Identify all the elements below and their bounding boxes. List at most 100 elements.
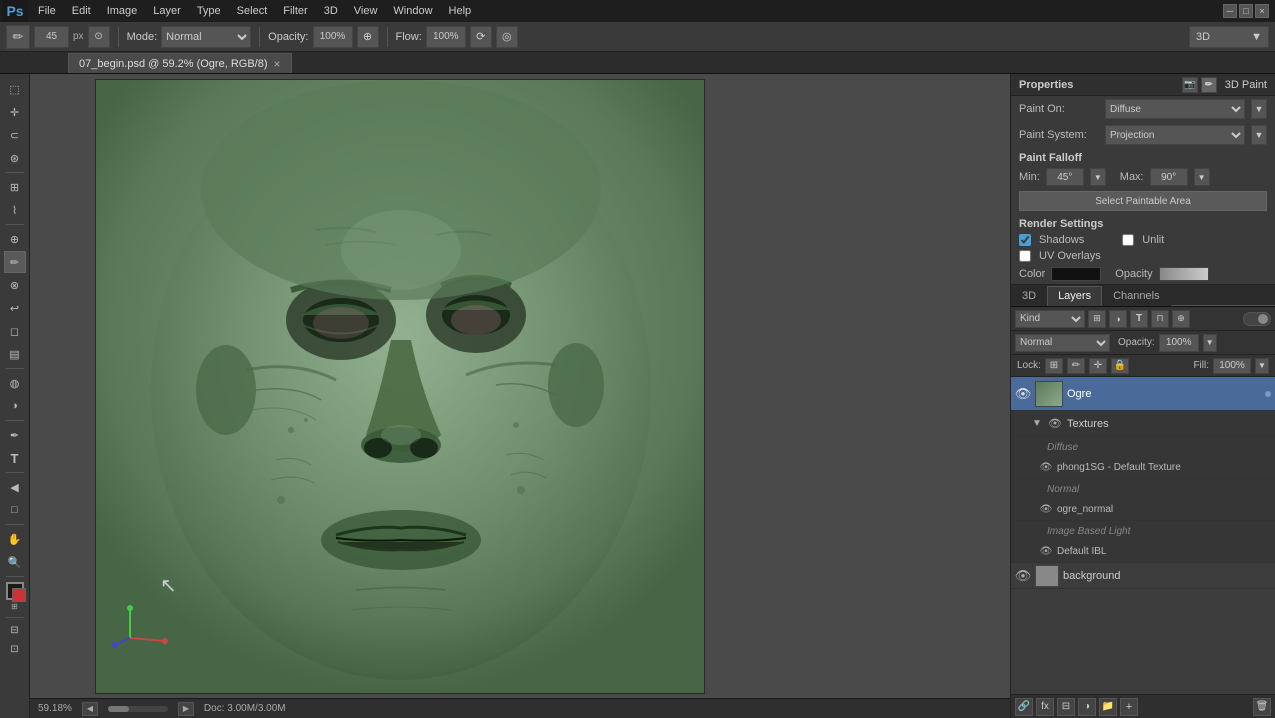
dodge-tool-icon[interactable]: ◑: [4, 395, 26, 417]
history-brush-tool-icon[interactable]: ↩: [4, 297, 26, 319]
lock-transparent-btn[interactable]: ⊞: [1045, 358, 1063, 374]
minimize-button[interactable]: ─: [1223, 4, 1237, 18]
paint-on-select[interactable]: Diffuse: [1105, 99, 1245, 119]
layer-item-ogre-normal[interactable]: 👁 ogre_normal: [1011, 499, 1275, 521]
lock-all-btn[interactable]: 🔒: [1111, 358, 1129, 374]
paint-system-dropdown-icon[interactable]: ▼: [1251, 125, 1267, 145]
fill-dropdown[interactable]: ▼: [1255, 358, 1269, 374]
menu-edit[interactable]: Edit: [64, 3, 99, 19]
3d-view-select[interactable]: 3D ▼: [1189, 26, 1269, 48]
document-tab[interactable]: 07_begin.psd @ 59.2% (Ogre, RGB/8) ×: [68, 53, 292, 73]
layer-item-background[interactable]: 👁 background: [1011, 563, 1275, 589]
mode-select[interactable]: Normal: [161, 26, 251, 48]
add-fx-btn[interactable]: fx: [1036, 698, 1054, 716]
menu-view[interactable]: View: [346, 3, 386, 19]
opacity-always-on-btn[interactable]: ⊕: [357, 26, 379, 48]
flow-options-btn[interactable]: ⟳: [470, 26, 492, 48]
menu-help[interactable]: Help: [441, 3, 480, 19]
opacity-layers-input[interactable]: 100%: [1159, 334, 1199, 352]
phong-vis-icon[interactable]: 👁: [1039, 461, 1053, 475]
fill-input[interactable]: 100%: [1213, 358, 1251, 374]
properties-icon-brush[interactable]: ✏: [1201, 77, 1217, 93]
layers-mode-select[interactable]: Normal: [1015, 334, 1110, 352]
spot-heal-tool-icon[interactable]: ⊕: [4, 228, 26, 250]
uv-overlays-checkbox[interactable]: [1019, 250, 1031, 262]
add-mask-btn[interactable]: ⊟: [1057, 698, 1075, 716]
pen-tool-icon[interactable]: ✒: [4, 424, 26, 446]
brush-options-icon[interactable]: ⊙: [88, 26, 110, 48]
zoom-slider[interactable]: [108, 706, 168, 712]
delete-layer-btn[interactable]: 🗑: [1253, 698, 1271, 716]
flow-input[interactable]: 100%: [426, 26, 466, 48]
opacity-dropdown-icon[interactable]: ▼: [1203, 334, 1217, 352]
airbrush-btn[interactable]: ◎: [496, 26, 518, 48]
foreground-color-swatch[interactable]: [6, 582, 24, 600]
layers-filter-select[interactable]: Kind: [1015, 310, 1085, 328]
min-dropdown[interactable]: ▼: [1090, 168, 1106, 186]
background-vis-icon[interactable]: 👁: [1015, 568, 1031, 584]
paint-on-dropdown-icon[interactable]: ▼: [1251, 99, 1267, 119]
tab-3d[interactable]: 3D: [1011, 286, 1047, 306]
menu-image[interactable]: Image: [99, 3, 146, 19]
filter-shape-icon[interactable]: ⊓: [1151, 310, 1169, 328]
brush-tool-active-icon[interactable]: ✏: [4, 251, 26, 273]
clone-stamp-tool-icon[interactable]: ⊗: [4, 274, 26, 296]
opacity-swatch[interactable]: [1159, 267, 1209, 281]
filter-pixel-icon[interactable]: ⊞: [1088, 310, 1106, 328]
add-group-btn[interactable]: 📁: [1099, 698, 1117, 716]
eyedropper-tool-icon[interactable]: ⌇: [4, 199, 26, 221]
filter-smart-icon[interactable]: ⊕: [1172, 310, 1190, 328]
path-select-tool-icon[interactable]: ◀: [4, 476, 26, 498]
eraser-tool-icon[interactable]: ◻: [4, 320, 26, 342]
ibl-vis-icon[interactable]: 👁: [1039, 545, 1053, 559]
layer-item-phong[interactable]: 👁 phong1SG - Default Texture: [1011, 457, 1275, 479]
menu-file[interactable]: File: [30, 3, 64, 19]
hand-tool-icon[interactable]: ✋: [4, 528, 26, 550]
quick-select-tool-icon[interactable]: ⊛: [4, 147, 26, 169]
textures-expand-icon[interactable]: ▼: [1031, 418, 1043, 430]
filter-adj-icon[interactable]: ◑: [1109, 310, 1127, 328]
marquee-tool-icon[interactable]: ⬚: [4, 78, 26, 100]
opacity-input[interactable]: 100%: [313, 26, 353, 48]
layer-item-textures[interactable]: ▼ 👁 Textures: [1011, 411, 1275, 437]
crop-tool-icon[interactable]: ⊞: [4, 176, 26, 198]
max-dropdown[interactable]: ▼: [1194, 168, 1210, 186]
filter-toggle[interactable]: [1243, 312, 1271, 326]
lock-position-btn[interactable]: ✛: [1089, 358, 1107, 374]
blur-tool-icon[interactable]: ◍: [4, 372, 26, 394]
gradient-tool-icon[interactable]: ▤: [4, 343, 26, 365]
ogre-normal-vis-icon[interactable]: 👁: [1039, 503, 1053, 517]
select-paintable-btn[interactable]: Select Paintable Area: [1019, 191, 1267, 211]
layer-item-ogre[interactable]: 👁 Ogre: [1011, 377, 1275, 411]
zoom-bar-btn[interactable]: ◀: [82, 702, 98, 716]
tab-layers[interactable]: Layers: [1047, 286, 1102, 306]
lasso-tool-icon[interactable]: ⊂: [4, 124, 26, 146]
quick-mask-btn[interactable]: ⊟: [4, 621, 26, 639]
menu-layer[interactable]: Layer: [145, 3, 189, 19]
default-colors-btn[interactable]: ⊞: [9, 602, 21, 614]
filter-text-icon[interactable]: T: [1130, 310, 1148, 328]
layer-item-default-ibl[interactable]: 👁 Default IBL: [1011, 541, 1275, 563]
menu-filter[interactable]: Filter: [275, 3, 315, 19]
zoom-tool-icon[interactable]: 🔍: [4, 551, 26, 573]
unlit-checkbox[interactable]: [1122, 234, 1134, 246]
tab-close-btn[interactable]: ×: [274, 57, 281, 71]
color-swatch[interactable]: [1051, 267, 1101, 281]
zoom-bar-right-btn[interactable]: ▶: [178, 702, 194, 716]
properties-icon-camera[interactable]: 📷: [1182, 77, 1198, 93]
shadows-checkbox[interactable]: [1019, 234, 1031, 246]
menu-3d[interactable]: 3D: [316, 3, 346, 19]
shape-tool-icon[interactable]: □: [4, 499, 26, 521]
min-input[interactable]: 45°: [1046, 168, 1084, 186]
lock-image-btn[interactable]: ✏: [1067, 358, 1085, 374]
add-layer-btn[interactable]: +: [1120, 698, 1138, 716]
brush-tool-icon[interactable]: ✏: [6, 25, 30, 49]
maximize-button[interactable]: □: [1239, 4, 1253, 18]
move-tool-icon[interactable]: ✛: [4, 101, 26, 123]
brush-size-input[interactable]: 45: [34, 26, 69, 48]
close-button[interactable]: ×: [1255, 4, 1269, 18]
menu-select[interactable]: Select: [229, 3, 276, 19]
tab-channels[interactable]: Channels: [1102, 286, 1170, 306]
add-link-btn[interactable]: 🔗: [1015, 698, 1033, 716]
screen-mode-btn[interactable]: ⊡: [4, 640, 26, 658]
